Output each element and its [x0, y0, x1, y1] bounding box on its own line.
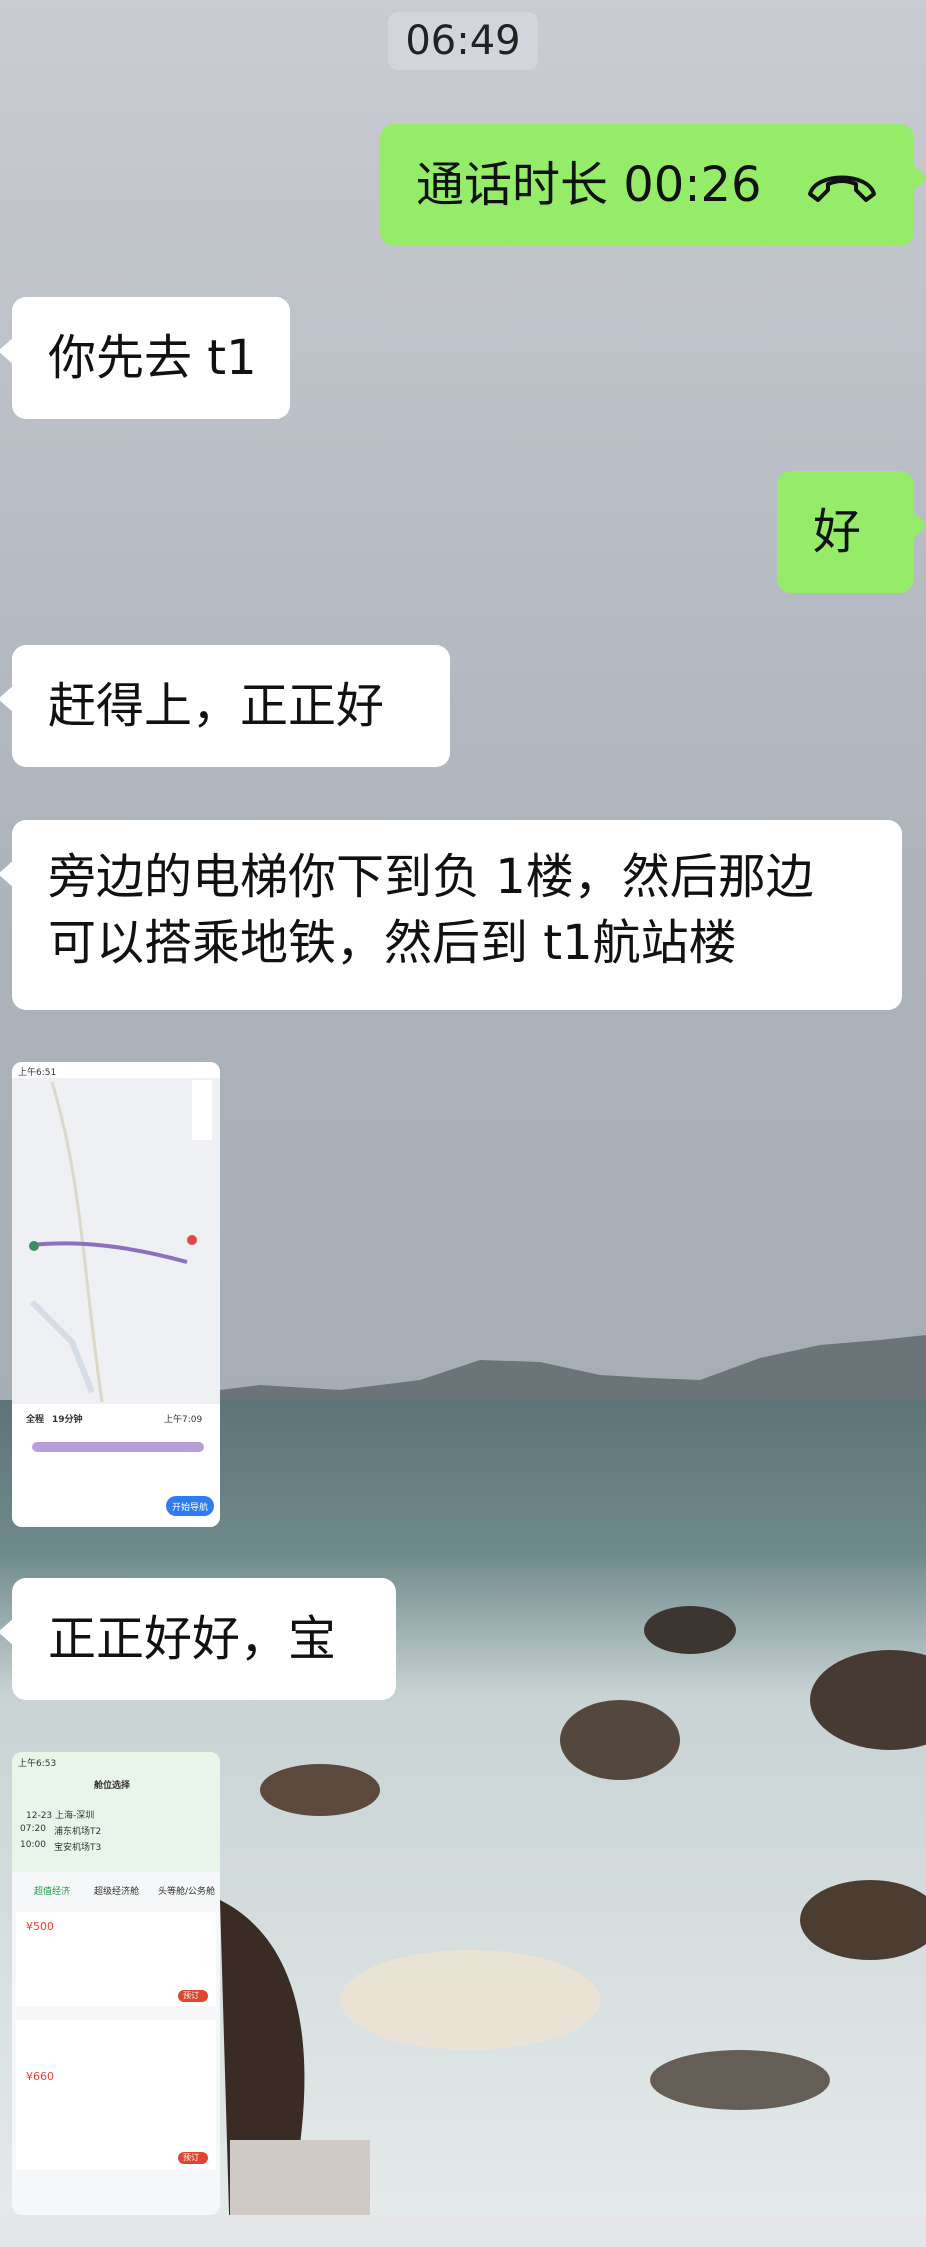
map-screenshot-image[interactable]: 上午6:51 全程 19分钟 上午7:09 开始导航	[12, 1062, 220, 1527]
fare-card-2	[16, 2020, 216, 2170]
booking-screenshot-image[interactable]: 上午6:53 舱位选择 12-23 上海-深圳 07:20 浦东机场T2 10:…	[12, 1752, 220, 2215]
departure-time: 07:20	[20, 1824, 46, 1834]
message-text-line2: 可以搭乘地铁，然后到 t1航站楼	[48, 915, 737, 971]
departure-airport: 浦东机场T2	[54, 1827, 102, 1837]
timestamp-pill: 06:49	[388, 12, 538, 70]
message-call-duration[interactable]: 通话时长 00:26	[380, 124, 926, 246]
message-go-t1[interactable]: 你先去 t1	[0, 297, 290, 419]
map-status-time: 上午6:51	[18, 1068, 57, 1078]
start-navigation-button[interactable]: 开始导航	[166, 1496, 214, 1516]
timestamp-label: 06:49	[405, 18, 521, 64]
book-button-2[interactable]: 预订	[178, 2152, 208, 2164]
booking-date: 12-23 上海-深圳	[26, 1811, 95, 1821]
tab-first-business[interactable]: 头等舱/公务舱	[158, 1884, 215, 1897]
map-route-card: 全程 19分钟 上午7:09 开始导航	[12, 1404, 220, 1527]
message-perfect-dear[interactable]: 正正好好，宝	[0, 1578, 396, 1700]
route-duration: 19分钟	[52, 1415, 83, 1425]
arrival-airport: 宝安机场T3	[54, 1843, 102, 1853]
message-just-in-time[interactable]: 赶得上，正正好	[0, 645, 450, 767]
tab-economy[interactable]: 超值经济	[34, 1884, 70, 1897]
message-text: 赶得上，正正好	[48, 678, 385, 734]
message-text: 正正好好，宝	[48, 1611, 337, 1667]
message-directions[interactable]: 旁边的电梯你下到负 1楼，然后那边 可以搭乘地铁，然后到 t1航站楼	[0, 820, 902, 1010]
call-duration-text: 通话时长 00:26	[416, 157, 762, 213]
message-ok[interactable]: 好	[777, 471, 926, 593]
tab-super-economy[interactable]: 超级经济舱	[94, 1884, 139, 1897]
message-text: 好	[813, 504, 862, 560]
message-text: 你先去 t1	[48, 330, 257, 386]
fare-price-2: ¥660	[26, 2070, 54, 2083]
fare-price-1: ¥500	[26, 1920, 54, 1933]
book-button-1[interactable]: 预订	[178, 1990, 208, 2002]
route-total-label: 全程	[26, 1415, 45, 1425]
booking-title: 舱位选择	[94, 1781, 131, 1791]
map-area	[12, 1062, 220, 1402]
route-arrival: 上午7:09	[164, 1415, 203, 1425]
booking-status-time: 上午6:53	[18, 1759, 57, 1769]
route-progress-bar	[32, 1442, 204, 1452]
message-text-line1: 旁边的电梯你下到负 1楼，然后那边	[48, 849, 814, 905]
phone-hangup-icon	[808, 175, 876, 202]
arrival-time: 10:00	[20, 1840, 46, 1850]
